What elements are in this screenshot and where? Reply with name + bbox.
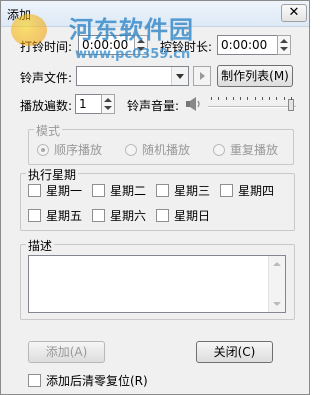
close-window-button[interactable]: ✕	[281, 4, 307, 22]
play-preview-button[interactable]	[193, 66, 211, 86]
dialog-window: 添加 ✕ 打铃时间: 0:00:00 控铃时长: 0:00:00 铃声文件: 制…	[0, 0, 310, 395]
play-count-input[interactable]: 1	[75, 94, 103, 114]
play-count-label: 播放遍数:	[20, 99, 73, 113]
spin-up-icon	[280, 39, 288, 43]
volume-tick	[247, 97, 248, 100]
add-button[interactable]: 添加(A)	[28, 341, 105, 363]
ring-time-label: 打铃时间:	[20, 40, 73, 54]
dropdown-arrow-icon[interactable]	[171, 67, 188, 85]
volume-track	[208, 106, 296, 108]
checkbox-icon	[220, 184, 233, 197]
volume-tick	[269, 97, 270, 100]
checkbox-icon	[28, 374, 41, 387]
window-title: 添加	[7, 8, 32, 22]
description-scrollbar[interactable]	[268, 256, 285, 312]
volume-tick	[211, 97, 212, 100]
close-button[interactable]: 关闭(C)	[196, 341, 273, 363]
checkbox-icon	[156, 184, 169, 197]
description-textarea[interactable]	[28, 255, 286, 313]
volume-tick	[276, 97, 277, 100]
make-list-button[interactable]: 制作列表(M)	[217, 65, 293, 87]
weekday-tuesday-checkbox[interactable]: 星期二	[92, 182, 146, 199]
checkbox-icon	[92, 184, 105, 197]
close-icon: ✕	[288, 5, 300, 20]
weekday-group-label: 执行星期	[26, 166, 79, 183]
volume-tick	[218, 97, 219, 100]
control-duration-spinner[interactable]	[277, 35, 291, 55]
reset-after-add-checkbox[interactable]: 添加后清零复位(R)	[28, 372, 148, 389]
ring-file-combobox[interactable]	[76, 66, 189, 86]
spin-up-icon	[137, 39, 145, 43]
weekday-thursday-checkbox[interactable]: 星期四	[220, 182, 274, 199]
spin-down-icon	[137, 47, 145, 51]
checkbox-icon	[156, 209, 169, 222]
mode-sequential-radio[interactable]: 顺序播放	[37, 141, 102, 158]
volume-tick	[262, 97, 263, 100]
weekday-monday-checkbox[interactable]: 星期一	[28, 182, 82, 199]
radio-selected-icon	[37, 144, 49, 156]
mode-repeat-radio[interactable]: 重复播放	[213, 141, 278, 158]
checkbox-icon	[28, 209, 41, 222]
checkbox-icon	[92, 209, 105, 222]
title-bar: 添加 ✕	[1, 1, 309, 27]
weekday-sunday-checkbox[interactable]: 星期日	[156, 207, 210, 224]
volume-tick	[233, 97, 234, 100]
ring-time-spinner[interactable]	[134, 35, 148, 55]
control-duration-label: 控铃时长:	[160, 40, 213, 54]
volume-tick	[240, 97, 241, 100]
volume-thumb[interactable]	[288, 99, 294, 111]
weekday-friday-checkbox[interactable]: 星期五	[28, 207, 82, 224]
radio-icon	[125, 144, 137, 156]
volume-label: 铃声音量:	[127, 99, 180, 113]
weekday-wednesday-checkbox[interactable]: 星期三	[156, 182, 210, 199]
volume-slider[interactable]	[208, 93, 296, 113]
spin-up-icon	[104, 98, 112, 102]
volume-tick	[226, 97, 227, 100]
radio-icon	[213, 144, 225, 156]
mode-random-radio[interactable]: 随机播放	[125, 141, 190, 158]
description-group-label: 描述	[26, 237, 55, 254]
spin-down-icon	[280, 47, 288, 51]
scroll-down-icon	[273, 302, 281, 306]
volume-tick	[284, 97, 285, 100]
volume-tick	[255, 97, 256, 100]
spin-down-icon	[104, 106, 112, 110]
volume-tick	[291, 97, 292, 100]
weekday-saturday-checkbox[interactable]: 星期六	[92, 207, 146, 224]
play-count-spinner[interactable]	[101, 94, 115, 114]
checkbox-icon	[28, 184, 41, 197]
speaker-icon	[186, 97, 200, 111]
ring-file-label: 铃声文件:	[20, 71, 73, 85]
mode-group-label: 模式	[34, 122, 63, 139]
scroll-up-icon	[273, 262, 281, 266]
